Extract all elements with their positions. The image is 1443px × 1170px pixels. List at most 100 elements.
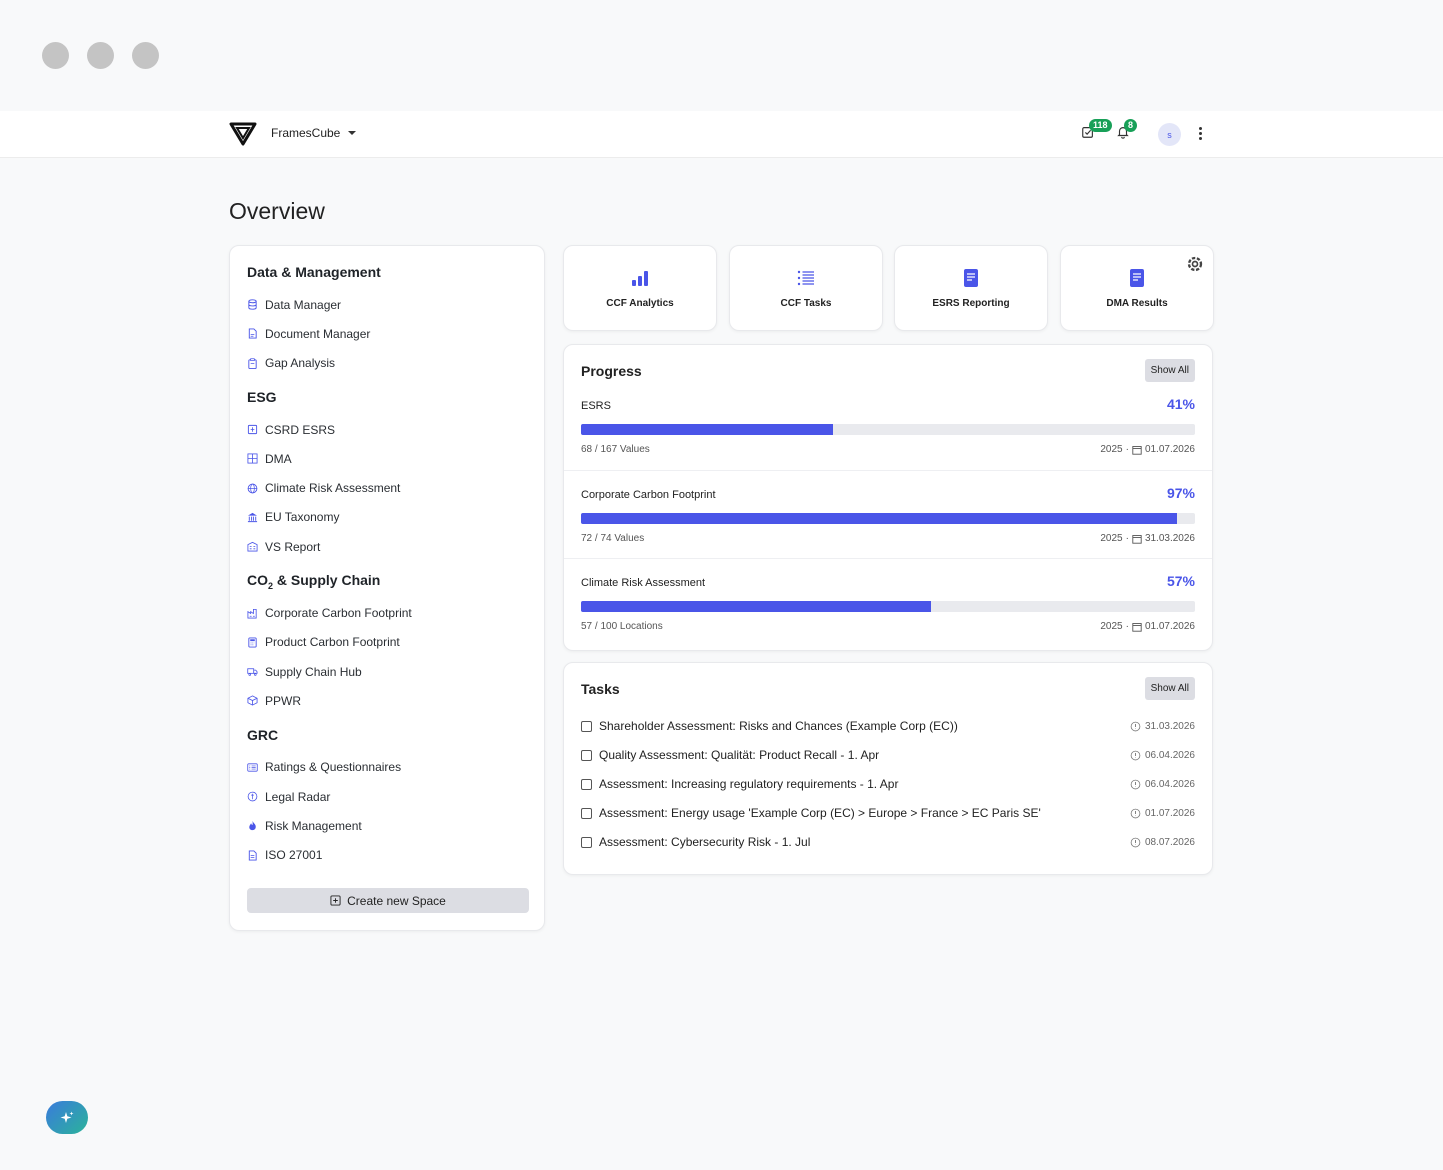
tile-dma-results[interactable]: DMA Results — [1060, 245, 1214, 331]
sidebar-item-supply-chain-hub[interactable]: Supply Chain Hub — [247, 657, 527, 686]
task-title[interactable]: Assessment: Increasing regulatory requir… — [599, 777, 898, 791]
gear-icon[interactable] — [1185, 254, 1205, 274]
notifications-button[interactable]: 8 — [1116, 119, 1138, 141]
sidebar-item-document-manager[interactable]: Document Manager — [247, 319, 527, 348]
tile-ccf-tasks[interactable]: CCF Tasks — [729, 245, 883, 331]
tile-esrs-reporting[interactable]: ESRS Reporting — [894, 245, 1048, 331]
clock-alert-icon — [1130, 779, 1141, 789]
window-controls — [42, 42, 159, 69]
task-item: Quality Assessment: Qualität: Product Re… — [581, 746, 1195, 764]
progress-row-esrs[interactable]: ESRS 41% 68 / 167 Values 2025 · 01.07.202… — [564, 382, 1212, 470]
tile-ccf-analytics[interactable]: CCF Analytics — [563, 245, 717, 331]
sidebar-item-label: Data Manager — [265, 297, 342, 312]
sidebar-item-data-manager[interactable]: Data Manager — [247, 290, 527, 319]
task-due: 01.07.2026 — [1130, 808, 1195, 819]
tasks-show-all-button[interactable]: Show All — [1144, 677, 1195, 700]
framescube-logo-icon[interactable] — [229, 119, 257, 147]
task-due: 08.07.2026 — [1130, 837, 1195, 848]
task-date: 06.04.2026 — [1144, 778, 1195, 790]
window-dot-maximize[interactable] — [132, 42, 159, 69]
progress-count: 72 / 74 Values — [581, 533, 645, 544]
progress-row-title: Corporate Carbon Footprint — [581, 489, 716, 501]
sidebar-item-climate-risk[interactable]: Climate Risk Assessment — [247, 473, 527, 502]
sidebar-item-iso-27001[interactable]: ISO 27001 — [247, 840, 527, 869]
user-avatar[interactable]: s — [1158, 123, 1181, 146]
tasks-card: Tasks Show All Shareholder Assessment: R… — [563, 662, 1213, 875]
task-title[interactable]: Shareholder Assessment: Risks and Chance… — [599, 719, 958, 733]
clock-alert-icon — [1130, 837, 1141, 847]
window-dot-close[interactable] — [42, 42, 69, 69]
sidebar-item-label: CSRD ESRS — [265, 422, 336, 437]
sidebar-item-label: Supply Chain Hub — [265, 664, 362, 679]
sidebar-item-label: Product Carbon Footprint — [265, 635, 400, 650]
progress-row-climate-risk[interactable]: Climate Risk Assessment 57% 57 / 100 Loc… — [564, 558, 1212, 646]
progress-show-all-button[interactable]: Show All — [1144, 359, 1195, 382]
sidebar-item-label: EU Taxonomy — [265, 510, 340, 525]
globe-icon — [247, 483, 258, 493]
task-checkbox[interactable] — [581, 749, 592, 761]
factory-icon — [247, 608, 257, 619]
sidebar-item-legal-radar[interactable]: Legal Radar — [247, 782, 527, 811]
tile-label: CCF Analytics — [606, 297, 674, 309]
task-date: 31.03.2026 — [1144, 720, 1195, 732]
package-icon — [247, 695, 258, 706]
sidebar-item-label: Corporate Carbon Footprint — [265, 606, 412, 621]
progress-bar — [581, 424, 1195, 435]
tile-label: ESRS Reporting — [932, 297, 1010, 309]
task-checkbox[interactable] — [581, 836, 592, 848]
section-title-grc: GRC — [247, 726, 279, 743]
task-due: 31.03.2026 — [1130, 721, 1195, 732]
progress-bar — [581, 601, 1195, 612]
sidebar-item-dma[interactable]: DMA — [247, 444, 527, 473]
progress-title: Progress — [581, 363, 642, 379]
task-date: 08.07.2026 — [1144, 836, 1195, 848]
progress-row-corporate-carbon-footprint[interactable]: Corporate Carbon Footprint 97% 72 / 74 V… — [564, 470, 1212, 558]
clock-alert-icon — [1130, 721, 1141, 731]
more-menu-icon[interactable] — [1199, 127, 1202, 140]
sidebar-item-product-carbon-footprint[interactable]: Product Carbon Footprint — [247, 628, 527, 657]
progress-card: Progress Show All ESRS 41% 68 / 167 Valu… — [563, 344, 1213, 651]
bank-icon — [247, 512, 258, 523]
tile-label: DMA Results — [1106, 297, 1168, 309]
org-switcher[interactable]: FramesCube — [271, 126, 357, 140]
sidebar-item-vs-report[interactable]: VS Report — [247, 532, 527, 561]
tasks-button[interactable]: 118 — [1081, 119, 1112, 141]
progress-due-date: 01.07.2026 — [1144, 621, 1195, 632]
sidebar-item-label: VS Report — [265, 539, 321, 554]
sidebar-item-csrd-esrs[interactable]: CSRD ESRS — [247, 415, 527, 444]
progress-deadline: 2025 · 31.03.2026 — [1100, 533, 1195, 544]
task-title[interactable]: Assessment: Energy usage 'Example Corp (… — [599, 806, 1041, 820]
task-checkbox[interactable] — [581, 778, 592, 790]
task-title[interactable]: Assessment: Cybersecurity Risk - 1. Jul — [599, 835, 810, 849]
progress-due-date: 31.03.2026 — [1144, 533, 1195, 544]
progress-deadline: 2025 · 01.07.2026 — [1100, 444, 1195, 455]
ai-assistant-button[interactable] — [46, 1101, 88, 1134]
tasks-title: Tasks — [581, 681, 620, 697]
sidebar-item-ppwr[interactable]: PPWR — [247, 686, 527, 715]
progress-bar-fill — [581, 601, 931, 612]
sidebar-item-risk-management[interactable]: Risk Management — [247, 811, 527, 840]
sidebar-item-gap-analysis[interactable]: Gap Analysis — [247, 349, 527, 378]
window-dot-minimize[interactable] — [87, 42, 114, 69]
csrd-icon — [247, 424, 258, 435]
progress-year: 2025 — [1100, 533, 1123, 544]
progress-percent: 57% — [1166, 573, 1195, 589]
section-title-data-management: Data & Management — [247, 264, 381, 280]
sidebar-item-label: ISO 27001 — [265, 848, 323, 863]
building-icon — [247, 542, 258, 552]
progress-due-date: 01.07.2026 — [1144, 444, 1195, 455]
create-new-space-button[interactable]: Create new Space — [247, 888, 529, 913]
progress-percent: 41% — [1166, 396, 1195, 412]
report-icon — [964, 268, 978, 287]
sidebar-item-eu-taxonomy[interactable]: EU Taxonomy — [247, 503, 527, 532]
sidebar-item-ratings-questionnaires[interactable]: Ratings & Questionnaires — [247, 753, 527, 782]
spaces-sidebar: Data & Management Data Manager Document … — [229, 245, 545, 931]
task-checkbox[interactable] — [581, 807, 592, 819]
task-title[interactable]: Quality Assessment: Qualität: Product Re… — [599, 748, 879, 762]
progress-percent: 97% — [1166, 485, 1195, 501]
sidebar-item-corporate-carbon-footprint[interactable]: Corporate Carbon Footprint — [247, 598, 527, 627]
progress-row-title: ESRS — [581, 400, 611, 412]
file-icon — [248, 850, 257, 861]
task-checkbox[interactable] — [581, 720, 592, 732]
create-new-space-label: Create new Space — [347, 893, 446, 908]
